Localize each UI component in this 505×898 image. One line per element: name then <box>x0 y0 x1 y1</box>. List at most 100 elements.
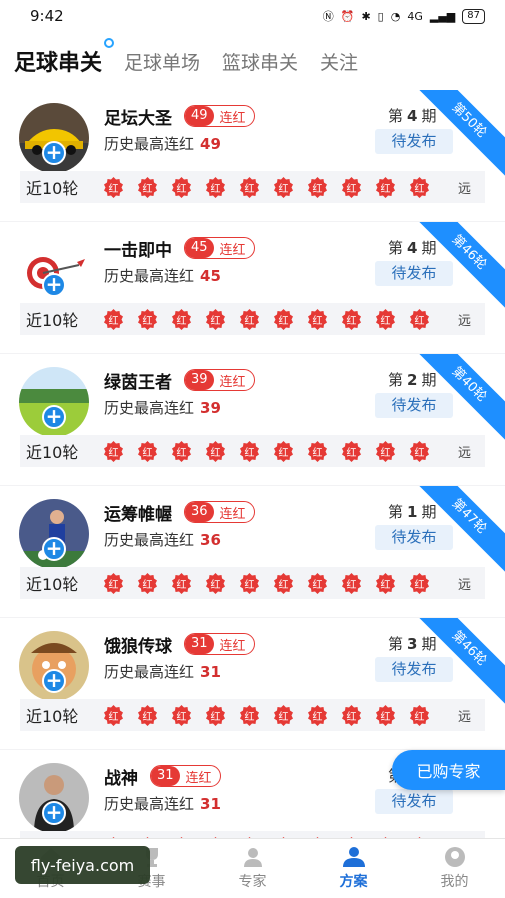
red-badge-icon: 红 <box>238 308 261 331</box>
red-badge-icon: 红 <box>306 572 329 595</box>
pending-button[interactable]: 待发布 <box>375 261 453 286</box>
follow-plus-button[interactable]: + <box>42 669 66 693</box>
badge-text: 红 <box>278 579 289 591</box>
red-badge-icon: 红 <box>170 572 193 595</box>
result-badges: 红红红红红红红红红红 <box>102 308 431 331</box>
badge-text: 红 <box>414 447 425 459</box>
badge-text: 红 <box>210 315 221 327</box>
badge-text: 红 <box>346 447 357 459</box>
red-badge-icon: 红 <box>170 308 193 331</box>
badge-text: 红 <box>108 183 119 195</box>
streak-count: 36 <box>185 502 214 522</box>
period-prefix: 第 <box>388 239 404 257</box>
nav-expert[interactable]: 专家 <box>202 839 303 898</box>
red-badge-icon: 红 <box>340 572 363 595</box>
streak-label: 连红 <box>219 110 246 126</box>
recent-results: 近10轮 红红红红红红红红红红 远 <box>20 435 485 467</box>
expert-card[interactable]: + 饿狼传球 31 连红 历史最高连红 31 第3期 待发布 第46轮 近10轮 … <box>0 618 505 749</box>
badge-text: 红 <box>142 183 153 195</box>
badge-text: 红 <box>244 447 255 459</box>
period: 第4期 <box>388 105 436 126</box>
red-badge-icon: 红 <box>238 440 261 463</box>
red-badge-icon: 红 <box>102 176 125 199</box>
badge-text: 红 <box>176 315 187 327</box>
red-badge-icon: 红 <box>204 308 227 331</box>
badge-text: 红 <box>142 315 153 327</box>
tab-follow[interactable]: 关注 <box>320 48 358 75</box>
badge-text: 红 <box>176 711 187 723</box>
follow-plus-button[interactable]: + <box>42 273 66 297</box>
red-badge-icon: 红 <box>306 176 329 199</box>
expert-card[interactable]: + 绿茵王者 39 连红 历史最高连红 39 第2期 待发布 第40轮 近10轮 … <box>0 354 505 485</box>
wifi-icon: ◔ <box>390 9 401 23</box>
badge-text: 红 <box>346 711 357 723</box>
badge-text: 红 <box>414 711 425 723</box>
recent-results: 近10轮 红红红红红红红红红红 远 <box>20 171 485 203</box>
streak-label: 连红 <box>219 638 246 654</box>
red-badge-icon: 红 <box>272 308 295 331</box>
red-badge-icon: 红 <box>204 572 227 595</box>
expert-name: 一击即中 <box>104 241 172 261</box>
far-label: 远 <box>457 709 471 725</box>
follow-plus-button[interactable]: + <box>42 405 66 429</box>
streak-count: 31 <box>185 634 214 654</box>
nfc-icon: Ⓝ <box>322 10 334 23</box>
result-badges: 红红红红红红红红红红 <box>102 176 431 199</box>
pending-button[interactable]: 待发布 <box>375 789 453 814</box>
recent-results: 近10轮 红红红红红红红红红红 远 <box>20 567 485 599</box>
history-best: 历史最高连红 31 <box>104 661 221 682</box>
bluetooth-icon: ✱ <box>361 9 371 23</box>
follow-plus-button[interactable]: + <box>42 141 66 165</box>
red-badge-icon: 红 <box>136 440 159 463</box>
recent-label: 近10轮 <box>26 443 79 462</box>
plan-icon <box>341 846 367 868</box>
streak-count: 31 <box>151 766 180 786</box>
period-suffix: 期 <box>421 371 437 389</box>
streak-badge: 36 连红 <box>184 501 255 523</box>
red-badge-icon: 红 <box>272 440 295 463</box>
period-number: 4 <box>407 239 418 257</box>
badge-text: 红 <box>414 315 425 327</box>
streak-count: 45 <box>185 238 214 258</box>
nav-profile[interactable]: 我的 <box>404 839 505 898</box>
badge-text: 红 <box>244 579 255 591</box>
badge-text: 红 <box>108 711 119 723</box>
period-prefix: 第 <box>388 503 404 521</box>
follow-plus-button[interactable]: + <box>42 801 66 825</box>
badge-text: 红 <box>176 447 187 459</box>
follow-plus-button[interactable]: + <box>42 537 66 561</box>
pending-button[interactable]: 待发布 <box>375 393 453 418</box>
pending-button[interactable]: 待发布 <box>375 657 453 682</box>
expert-name: 足坛大圣 <box>104 109 172 129</box>
expert-card[interactable]: + 一击即中 45 连红 历史最高连红 45 第4期 待发布 第46轮 近10轮 … <box>0 222 505 353</box>
badge-text: 红 <box>176 579 187 591</box>
expert-card[interactable]: + 运筹帷幄 36 连红 历史最高连红 36 第1期 待发布 第47轮 近10轮 … <box>0 486 505 617</box>
badge-text: 红 <box>380 447 391 459</box>
tab-football-single[interactable]: 足球单场 <box>124 48 200 75</box>
period-number: 1 <box>407 503 418 521</box>
history-value: 49 <box>200 135 221 153</box>
red-badge-icon: 红 <box>136 572 159 595</box>
tab-basketball-parlay[interactable]: 篮球串关 <box>222 48 298 75</box>
nav-plan[interactable]: 方案 <box>303 839 404 898</box>
streak-label: 连红 <box>185 770 212 786</box>
red-badge-icon: 红 <box>306 704 329 727</box>
pending-button[interactable]: 待发布 <box>375 525 453 550</box>
result-badges: 红红红红红红红红红红 <box>102 572 431 595</box>
history-value: 45 <box>200 267 221 285</box>
tab-football-parlay[interactable]: 足球串关 <box>14 38 115 77</box>
pending-button[interactable]: 待发布 <box>375 129 453 154</box>
streak-label: 连红 <box>219 506 246 522</box>
expert-card[interactable]: + 足坛大圣 49 连红 历史最高连红 49 第4期 待发布 第50轮 近10轮 … <box>0 90 505 221</box>
period-suffix: 期 <box>421 503 437 521</box>
tab-label: 足球串关 <box>14 51 103 76</box>
badge-text: 红 <box>108 579 119 591</box>
signal-label: 4G <box>407 9 423 23</box>
result-badges: 红红红红红红红红红红 <box>102 704 431 727</box>
history-label: 历史最高连红 <box>104 795 195 813</box>
streak-count: 39 <box>185 370 214 390</box>
badge-text: 红 <box>312 447 323 459</box>
recent-label: 近10轮 <box>26 311 79 330</box>
recent-results: 近10轮 红红红红红红红红红红 远 <box>20 831 485 838</box>
purchased-experts-button[interactable]: 已购专家 <box>392 750 505 790</box>
